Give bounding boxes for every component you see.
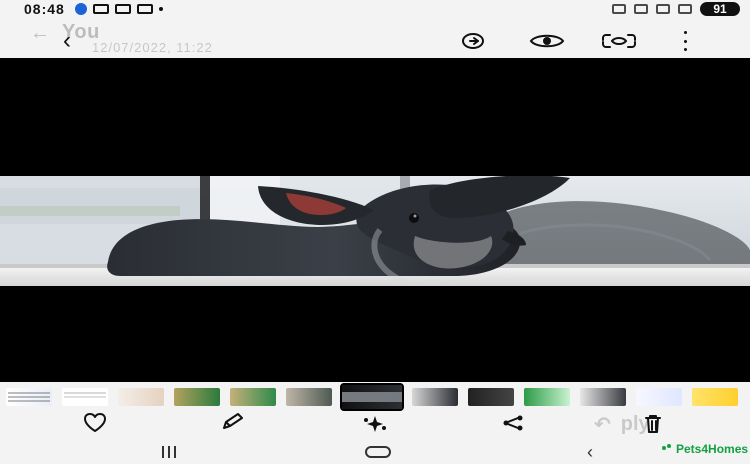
pencil-icon	[223, 413, 243, 429]
effects-button[interactable]	[356, 412, 394, 434]
battery-indicator: 91	[700, 2, 740, 16]
top-toolbar: ← You 12/07/2022, 11:22 ‹	[0, 18, 750, 58]
status-bar-right: 91	[612, 2, 740, 16]
thumbnail-10[interactable]	[524, 388, 570, 406]
status-bar: 08:48 91	[0, 0, 750, 18]
bottom-action-bar: ↶ ply	[0, 410, 750, 436]
system-back-icon: ‹	[587, 442, 593, 462]
ghost-reply-icon: ↶	[594, 414, 611, 436]
thumbnail-1[interactable]	[6, 388, 52, 406]
facebook-icon	[74, 3, 87, 15]
sparkle-icon	[364, 416, 386, 432]
ghost-subtitle: 12/07/2022, 11:22	[92, 40, 213, 55]
recent-apps-button[interactable]	[156, 444, 182, 460]
remaster-icon	[462, 33, 485, 49]
delete-button[interactable]	[636, 412, 670, 434]
recent-apps-icon-bar-1	[162, 446, 164, 458]
share-icon	[503, 415, 523, 431]
more-options-button[interactable]	[680, 31, 690, 51]
mute-icon	[634, 4, 648, 14]
share-button[interactable]	[496, 412, 530, 434]
edit-button[interactable]	[216, 412, 250, 434]
thumbnail-2[interactable]	[62, 388, 108, 406]
dot-icon	[158, 7, 163, 11]
photo-viewer[interactable]	[0, 58, 750, 382]
more-dot-2	[683, 39, 687, 43]
thumbnail-8[interactable]	[412, 388, 458, 406]
thumbnail-4[interactable]	[174, 388, 220, 406]
favorite-button[interactable]	[78, 412, 112, 434]
thumbnail-3[interactable]	[118, 388, 164, 406]
pets4homes-logo: Pets4Homes	[662, 442, 748, 456]
ghost-back-icon: ←	[30, 21, 50, 44]
more-dot-1	[683, 31, 687, 34]
home-icon	[365, 446, 391, 458]
thumbnail-6[interactable]	[286, 388, 332, 406]
rabbit-illustration	[0, 176, 750, 286]
view-button[interactable]	[528, 28, 566, 54]
recent-apps-icon-bar-2	[168, 446, 170, 458]
bixby-vision-button[interactable]	[600, 28, 638, 54]
back-button[interactable]: ‹	[54, 28, 80, 54]
paw-icon	[662, 444, 672, 454]
thumbnail-7[interactable]	[340, 383, 404, 411]
trash-icon	[645, 415, 661, 433]
thumbnail-5[interactable]	[230, 388, 276, 406]
filmstrip[interactable]	[0, 383, 750, 411]
scan-icon	[602, 34, 636, 48]
battery-level: 91	[713, 2, 727, 16]
nfc-icon	[612, 4, 626, 14]
eye-icon	[529, 34, 565, 48]
status-time: 08:48	[24, 1, 65, 17]
back-icon: ‹	[63, 27, 71, 54]
system-back-button[interactable]: ‹	[580, 442, 600, 462]
more-dot-3	[683, 48, 687, 51]
chat-icon	[136, 4, 153, 14]
wifi-icon	[656, 4, 670, 14]
pets4homes-logo-text: Pets4Homes	[676, 442, 749, 456]
home-button[interactable]	[364, 444, 392, 460]
thumbnail-11[interactable]	[580, 388, 626, 406]
thumbnail-9[interactable]	[468, 388, 514, 406]
recent-apps-icon-bar-3	[174, 446, 176, 458]
status-icons	[74, 3, 163, 15]
signal-icon	[678, 4, 692, 14]
remaster-button[interactable]	[456, 28, 490, 54]
heart-icon	[84, 413, 106, 432]
rabbit-photo	[0, 176, 750, 286]
thumbnail-12[interactable]	[636, 388, 682, 406]
notification-icon	[114, 4, 131, 14]
status-bar-left: 08:48	[24, 1, 163, 17]
messages-icon	[92, 4, 109, 14]
thumbnail-13[interactable]	[692, 388, 738, 406]
system-nav-bar: ‹	[0, 436, 750, 464]
